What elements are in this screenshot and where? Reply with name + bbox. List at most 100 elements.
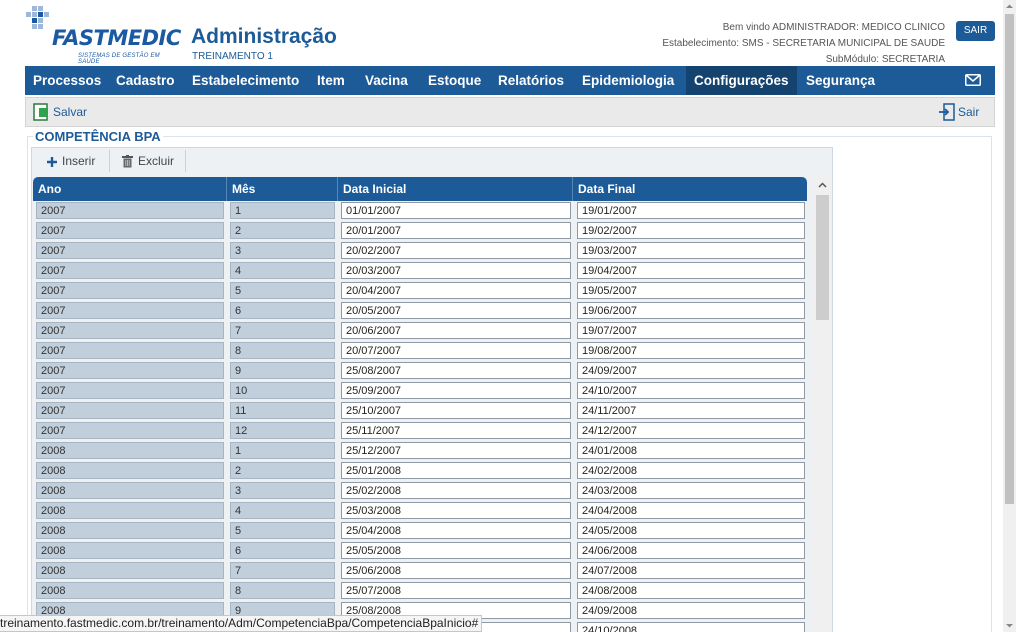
nav-cadastro[interactable]: Cadastro [108,66,183,95]
table-row[interactable]: 2007 3 20/02/2007 19/03/2007 [33,241,807,261]
cell-data-final[interactable]: 19/08/2007 [577,342,805,359]
cell-data-inicial[interactable]: 20/02/2007 [341,242,571,259]
user-info: Bem vindo ADMINISTRADOR: MEDICO CLINICO … [662,20,945,68]
table-row[interactable]: 2008 5 25/04/2008 24/05/2008 [33,521,807,541]
cell-data-inicial[interactable]: 25/04/2008 [341,522,571,539]
cell-data-final[interactable]: 24/11/2007 [577,402,805,419]
cell-data-inicial[interactable]: 25/11/2007 [341,422,571,439]
nav-configuracoes[interactable]: Configurações [686,66,797,95]
scroll-up-arrow-icon[interactable] [814,177,831,194]
table-row[interactable]: 2008 4 25/03/2008 24/04/2008 [33,501,807,521]
cell-data-final[interactable]: 19/07/2007 [577,322,805,339]
cell-data-inicial[interactable]: 25/06/2008 [341,562,571,579]
column-header-mes[interactable]: Mês [227,177,337,201]
exit-button[interactable]: Sair [938,101,979,123]
envelope-icon[interactable] [965,74,981,86]
cell-data-inicial[interactable]: 20/06/2007 [341,322,571,339]
save-button[interactable]: Salvar [33,101,87,123]
table-row[interactable]: 2008 8 25/07/2008 24/08/2008 [33,581,807,601]
cell-data-inicial[interactable]: 25/07/2008 [341,582,571,599]
insert-button[interactable]: Inserir [44,151,95,171]
table-row[interactable]: 2007 1 01/01/2007 19/01/2007 [33,201,807,221]
cell-mes: 7 [230,562,335,579]
page-scroll-up-icon[interactable] [1003,0,1016,13]
nav-processos[interactable]: Processos [25,66,109,95]
table-row[interactable]: 2007 8 20/07/2007 19/08/2007 [33,341,807,361]
table-row[interactable]: 2007 6 20/05/2007 19/06/2007 [33,301,807,321]
cell-data-final[interactable]: 24/03/2008 [577,482,805,499]
cell-data-inicial[interactable]: 20/04/2007 [341,282,571,299]
table-row[interactable]: 2008 7 25/06/2008 24/07/2008 [33,561,807,581]
cell-data-final[interactable]: 24/02/2008 [577,462,805,479]
table-row[interactable]: 2007 11 25/10/2007 24/11/2007 [33,401,807,421]
nav-epidemiologia[interactable]: Epidemiologia [574,66,682,95]
table-row[interactable]: 2007 10 25/09/2007 24/10/2007 [33,381,807,401]
cell-data-final[interactable]: 24/06/2008 [577,542,805,559]
cell-data-inicial[interactable]: 25/10/2007 [341,402,571,419]
table-body: 2007 1 01/01/2007 19/01/2007 2007 2 20/01/2007… [33,201,807,632]
table-row[interactable]: 2008 1 25/12/2007 24/01/2008 [33,441,807,461]
cell-data-inicial[interactable]: 20/07/2007 [341,342,571,359]
cell-data-inicial[interactable]: 25/02/2008 [341,482,571,499]
nav-estoque[interactable]: Estoque [420,66,489,95]
nav-vacina[interactable]: Vacina [357,66,416,95]
cell-data-final[interactable]: 19/02/2007 [577,222,805,239]
cell-data-final[interactable]: 19/03/2007 [577,242,805,259]
cell-data-final[interactable]: 19/04/2007 [577,262,805,279]
cell-mes: 2 [230,222,335,239]
table-row[interactable]: 2007 7 20/06/2007 19/07/2007 [33,321,807,341]
table-row[interactable]: 2007 4 20/03/2007 19/04/2007 [33,261,807,281]
cell-data-final[interactable]: 19/01/2007 [577,202,805,219]
cell-data-final[interactable]: 24/04/2008 [577,502,805,519]
cell-data-inicial[interactable]: 01/01/2007 [341,202,571,219]
cell-data-inicial[interactable]: 20/01/2007 [341,222,571,239]
cell-data-final[interactable]: 19/06/2007 [577,302,805,319]
grid-scrollbar[interactable] [814,177,831,632]
table-row[interactable]: 2008 2 25/01/2008 24/02/2008 [33,461,807,481]
cell-data-final[interactable]: 24/01/2008 [577,442,805,459]
cell-data-final[interactable]: 19/05/2007 [577,282,805,299]
cell-data-inicial[interactable]: 25/03/2008 [341,502,571,519]
cell-data-inicial[interactable]: 20/05/2007 [341,302,571,319]
cell-mes: 4 [230,262,335,279]
table-row[interactable]: 2008 6 25/05/2008 24/06/2008 [33,541,807,561]
cell-data-final[interactable]: 24/10/2007 [577,382,805,399]
nav-item[interactable]: Item [309,66,353,95]
delete-button[interactable]: Excluir [120,151,174,171]
grid-scrollbar-thumb[interactable] [816,195,829,320]
cell-data-final[interactable]: 24/10/2008 [577,622,805,632]
cell-data-inicial[interactable]: 25/08/2007 [341,362,571,379]
cell-mes: 6 [230,302,335,319]
column-header-ano[interactable]: Ano [33,177,226,201]
table-row[interactable]: 2007 12 25/11/2007 24/12/2007 [33,421,807,441]
nav-seguranca[interactable]: Segurança [798,66,883,95]
cell-data-final[interactable]: 24/07/2008 [577,562,805,579]
table-row[interactable]: 2007 9 25/08/2007 24/09/2007 [33,361,807,381]
cell-data-final[interactable]: 24/05/2008 [577,522,805,539]
cell-data-final[interactable]: 24/09/2007 [577,362,805,379]
column-header-data-inicial[interactable]: Data Inicial [338,177,572,201]
panel-title: COMPETÊNCIA BPA [33,129,163,144]
nav-estabelecimento[interactable]: Estabelecimento [184,66,307,95]
table-row[interactable]: 2007 2 20/01/2007 19/02/2007 [33,221,807,241]
table-row[interactable]: 2007 5 20/04/2007 19/05/2007 [33,281,807,301]
cell-data-inicial[interactable]: 25/09/2007 [341,382,571,399]
table-row[interactable]: 2008 3 25/02/2008 24/03/2008 [33,481,807,501]
cell-data-final[interactable]: 24/09/2008 [577,602,805,619]
cell-mes: 1 [230,202,335,219]
nav-relatorios[interactable]: Relatórios [490,66,572,95]
page-scrollbar[interactable] [1003,0,1016,632]
cell-data-final[interactable]: 24/08/2008 [577,582,805,599]
logout-button[interactable]: SAIR [956,21,995,41]
page-scroll-down-icon[interactable] [1003,619,1016,632]
cell-data-final[interactable]: 24/12/2007 [577,422,805,439]
cell-data-inicial[interactable]: 25/12/2007 [341,442,571,459]
column-header-data-final[interactable]: Data Final [573,177,807,201]
cell-data-inicial[interactable]: 20/03/2007 [341,262,571,279]
cell-ano: 2008 [36,502,224,519]
cell-data-inicial[interactable]: 25/01/2008 [341,462,571,479]
logo-wordmark: FASTMEDIC [52,26,181,50]
cell-data-inicial[interactable]: 25/05/2008 [341,542,571,559]
page-scrollbar-thumb[interactable] [1005,14,1014,504]
plus-icon [47,157,57,167]
